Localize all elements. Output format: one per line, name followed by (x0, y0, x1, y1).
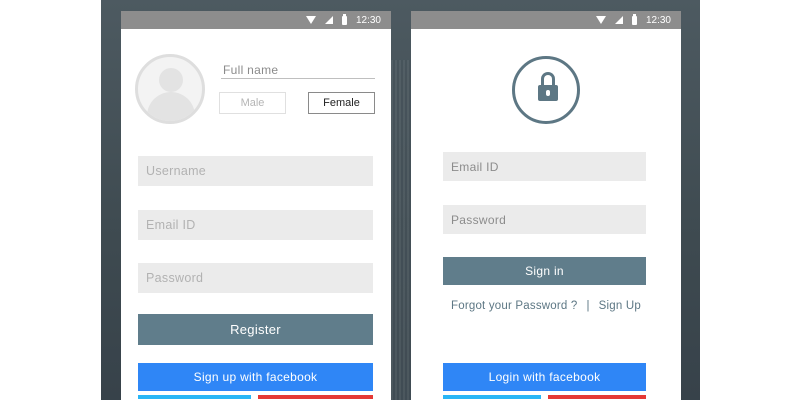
link-separator: | (586, 300, 590, 312)
twitter-signup-button[interactable] (138, 395, 251, 399)
wifi-icon (595, 16, 606, 24)
wifi-icon (305, 16, 316, 24)
password-input[interactable]: Password (443, 205, 646, 234)
screenshot-stage: 12:30 Full name Male Female Username Ema… (0, 0, 800, 400)
gender-male-button[interactable]: Male (219, 92, 286, 114)
avatar-head (159, 68, 183, 92)
battery-icon (341, 13, 347, 25)
facebook-login-button[interactable]: Login with facebook (443, 363, 646, 391)
avatar-body (147, 92, 195, 121)
google-signup-button[interactable] (258, 395, 373, 399)
user-avatar-icon[interactable] (135, 54, 205, 124)
status-bar: 12:30 (411, 11, 681, 29)
status-bar: 12:30 (121, 11, 391, 29)
gender-female-button[interactable]: Female (308, 92, 375, 114)
status-time: 12:30 (355, 14, 381, 26)
lock-keyhole (546, 90, 550, 96)
password-input[interactable]: Password (138, 263, 373, 293)
login-links: Forgot your Password ? | Sign Up (441, 300, 651, 312)
twitter-login-button[interactable] (443, 395, 541, 399)
signal-icon (614, 16, 623, 24)
login-screen: 12:30 Email ID Password Sign in Forgot y… (411, 11, 681, 400)
google-login-button[interactable] (548, 395, 646, 399)
email-input[interactable]: Email ID (138, 210, 373, 240)
status-time: 12:30 (645, 14, 671, 26)
signin-button[interactable]: Sign in (443, 257, 646, 285)
username-input[interactable]: Username (138, 156, 373, 186)
register-screen: 12:30 Full name Male Female Username Ema… (121, 11, 391, 400)
register-button[interactable]: Register (138, 314, 373, 345)
full-name-input[interactable]: Full name (221, 63, 375, 79)
lock-icon (512, 56, 580, 124)
signal-icon (324, 16, 333, 24)
facebook-signup-button[interactable]: Sign up with facebook (138, 363, 373, 391)
forgot-password-link[interactable]: Forgot your Password ? (451, 300, 577, 312)
email-input[interactable]: Email ID (443, 152, 646, 181)
battery-icon (631, 13, 637, 25)
signup-link[interactable]: Sign Up (599, 300, 641, 312)
